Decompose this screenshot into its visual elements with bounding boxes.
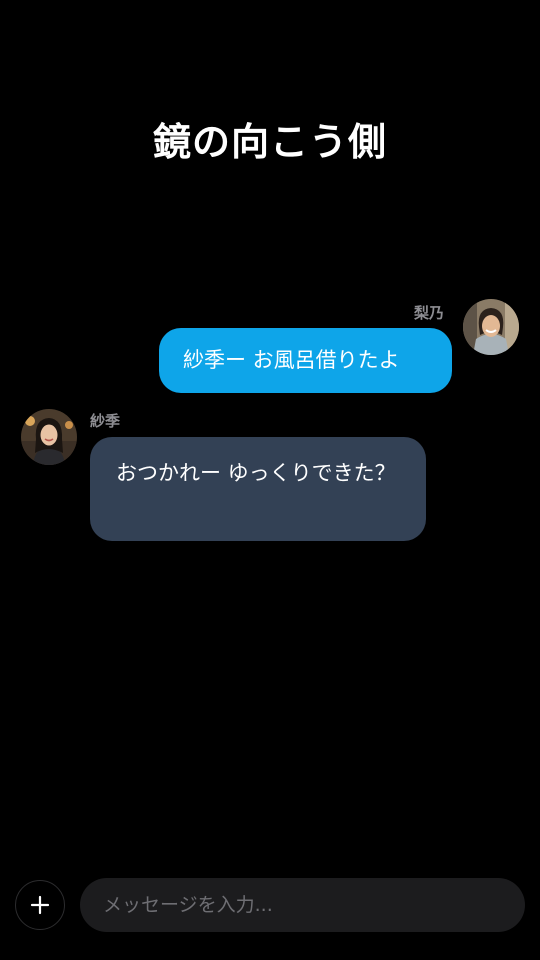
- message-bubble-incoming[interactable]: おつかれー ゆっくりできた？: [90, 437, 426, 541]
- sender-name-rino: 梨乃: [414, 304, 445, 322]
- avatar-saki[interactable]: [21, 409, 77, 465]
- avatar-rino[interactable]: [463, 299, 519, 355]
- message-input[interactable]: [80, 878, 525, 932]
- message-bubble-outgoing[interactable]: 紗季ー お風呂借りたよ: [159, 328, 452, 393]
- chat-title: 鏡の向こう側: [152, 120, 387, 164]
- add-attachment-button[interactable]: [15, 880, 65, 930]
- plus-icon: [30, 895, 50, 915]
- sender-name-saki: 紗季: [90, 412, 121, 430]
